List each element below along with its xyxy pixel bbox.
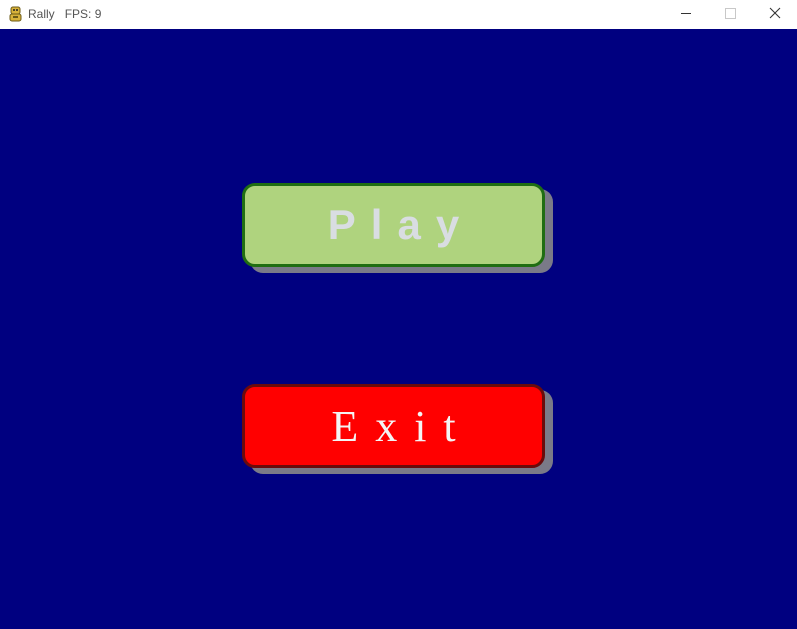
maximize-button[interactable]	[707, 0, 753, 29]
game-canvas: Play Exit	[0, 29, 797, 629]
app-name: Rally	[28, 7, 55, 21]
python-snake-icon	[8, 6, 23, 22]
minimize-button[interactable]	[663, 0, 709, 29]
close-button[interactable]	[752, 0, 797, 29]
fps-counter: FPS: 9	[64, 7, 102, 21]
play-button-face[interactable]: Play	[242, 183, 545, 267]
play-button-label: Play	[327, 201, 475, 248]
exit-button-label: Exit	[331, 401, 473, 451]
exit-button-face[interactable]: Exit	[242, 384, 545, 468]
exit-button[interactable]: Exit	[242, 384, 553, 474]
title-bar[interactable]: Rally FPS: 9	[0, 0, 797, 29]
game-window: Rally FPS: 9 Play Exit	[0, 0, 797, 629]
window-title: Rally FPS: 9	[28, 7, 101, 21]
play-button[interactable]: Play	[242, 183, 553, 273]
